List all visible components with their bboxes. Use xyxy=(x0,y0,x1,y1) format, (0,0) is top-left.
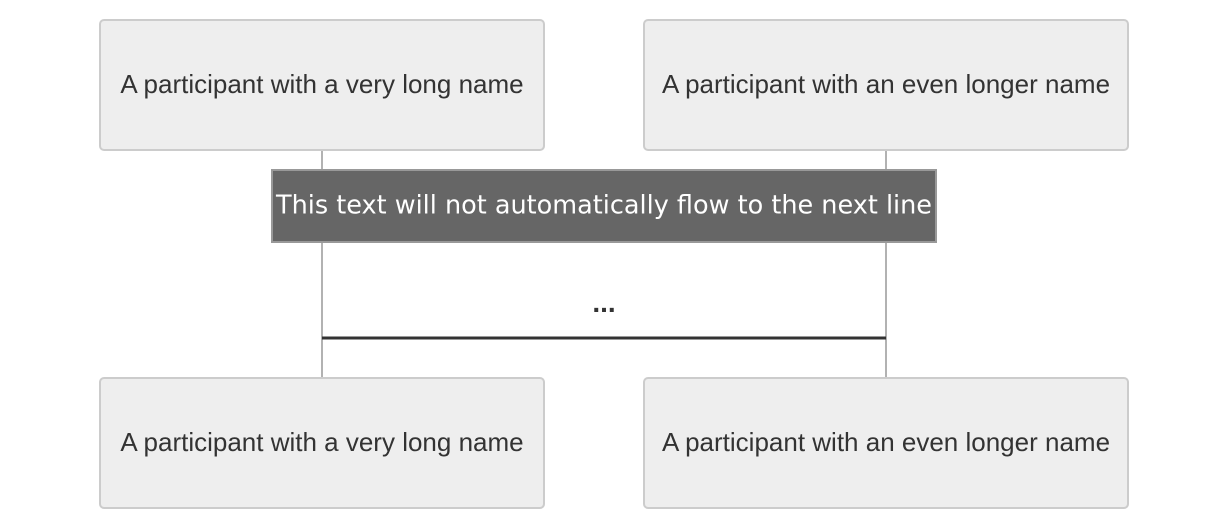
participant-label: A participant with a very long name xyxy=(120,69,523,99)
message: ... xyxy=(322,287,886,340)
participant-bottom-1: A participant with a very long name xyxy=(99,377,545,509)
participant-label: A participant with an even longer name xyxy=(662,427,1110,457)
note-text: This text will not automatically flow to… xyxy=(275,191,932,221)
participant-label: A participant with an even longer name xyxy=(662,69,1110,99)
sequence-diagram: A participant with a very long name A pa… xyxy=(99,19,1129,509)
participant-label: A participant with a very long name xyxy=(120,427,523,457)
participant-top-2: A participant with an even longer name xyxy=(643,19,1129,151)
participant-bottom-2: A participant with an even longer name xyxy=(643,377,1129,509)
participant-top-1: A participant with a very long name xyxy=(99,19,545,151)
note: This text will not automatically flow to… xyxy=(271,169,937,243)
message-label: ... xyxy=(592,287,615,318)
